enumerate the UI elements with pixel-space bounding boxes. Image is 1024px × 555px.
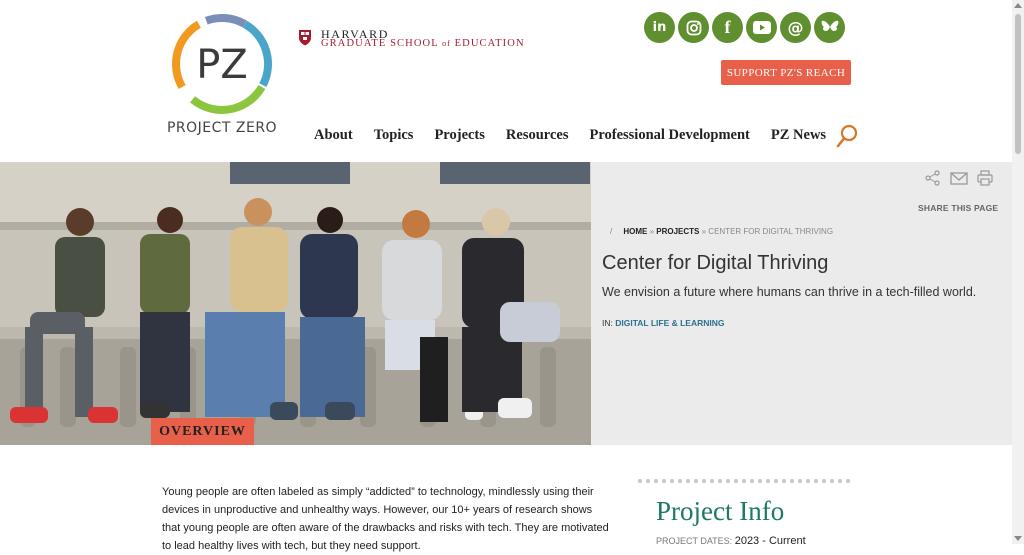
support-button[interactable]: SUPPORT PZ'S REACH bbox=[721, 60, 851, 85]
social-links: in f @ bbox=[644, 12, 845, 43]
search-icon[interactable] bbox=[836, 124, 858, 148]
gse-label: GRADUATE SCHOOL of EDUCATION bbox=[321, 38, 525, 49]
project-dates: PROJECT DATES: 2023 - Current bbox=[656, 535, 806, 547]
category-line: IN: DIGITAL LIFE & LEARNING bbox=[602, 318, 725, 328]
threads-icon[interactable]: @ bbox=[780, 12, 811, 43]
nav-professional-development[interactable]: Professional Development bbox=[589, 127, 749, 144]
nav-about[interactable]: About bbox=[314, 127, 353, 144]
bluesky-icon[interactable] bbox=[814, 12, 845, 43]
logo-text: PROJECT ZERO bbox=[166, 120, 278, 136]
overview-tab[interactable]: OVERVIEW bbox=[151, 418, 254, 445]
logo-letters: PZ bbox=[196, 42, 248, 88]
share-icon[interactable] bbox=[925, 170, 941, 186]
intro-paragraph: Young people are often labeled as simply… bbox=[162, 486, 609, 552]
share-tools bbox=[925, 170, 993, 186]
page-tagline: We envision a future where humans can th… bbox=[602, 285, 977, 299]
breadcrumb: / HOME » PROJECTS » CENTER FOR DIGITAL T… bbox=[610, 227, 834, 236]
share-label: SHARE THIS PAGE bbox=[918, 203, 999, 213]
hero-image bbox=[0, 162, 591, 445]
nav-topics[interactable]: Topics bbox=[374, 127, 414, 144]
facebook-icon[interactable]: f bbox=[712, 12, 743, 43]
nav-pz-news[interactable]: PZ News bbox=[771, 127, 826, 144]
breadcrumb-current: CENTER FOR DIGITAL THRIVING bbox=[708, 227, 834, 236]
youtube-icon[interactable] bbox=[746, 12, 777, 43]
main-nav: About Topics Projects Resources Professi… bbox=[314, 127, 826, 144]
breadcrumb-home[interactable]: HOME bbox=[623, 227, 647, 236]
linkedin-icon[interactable]: in bbox=[644, 12, 675, 43]
category-link[interactable]: DIGITAL LIFE & LEARNING bbox=[615, 318, 724, 328]
print-icon[interactable] bbox=[977, 170, 993, 186]
page-title: Center for Digital Thriving bbox=[602, 252, 829, 274]
dotted-divider bbox=[636, 478, 852, 484]
instagram-icon[interactable] bbox=[678, 12, 709, 43]
project-zero-logo[interactable]: PZ bbox=[170, 12, 274, 116]
harvard-shield-icon bbox=[299, 30, 311, 46]
nav-resources[interactable]: Resources bbox=[506, 127, 569, 144]
project-info-heading: Project Info bbox=[656, 496, 785, 526]
page-scrollbar[interactable] bbox=[1012, 0, 1024, 544]
email-icon[interactable] bbox=[950, 170, 968, 186]
nav-projects[interactable]: Projects bbox=[434, 127, 484, 144]
breadcrumb-projects[interactable]: PROJECTS bbox=[656, 227, 699, 236]
